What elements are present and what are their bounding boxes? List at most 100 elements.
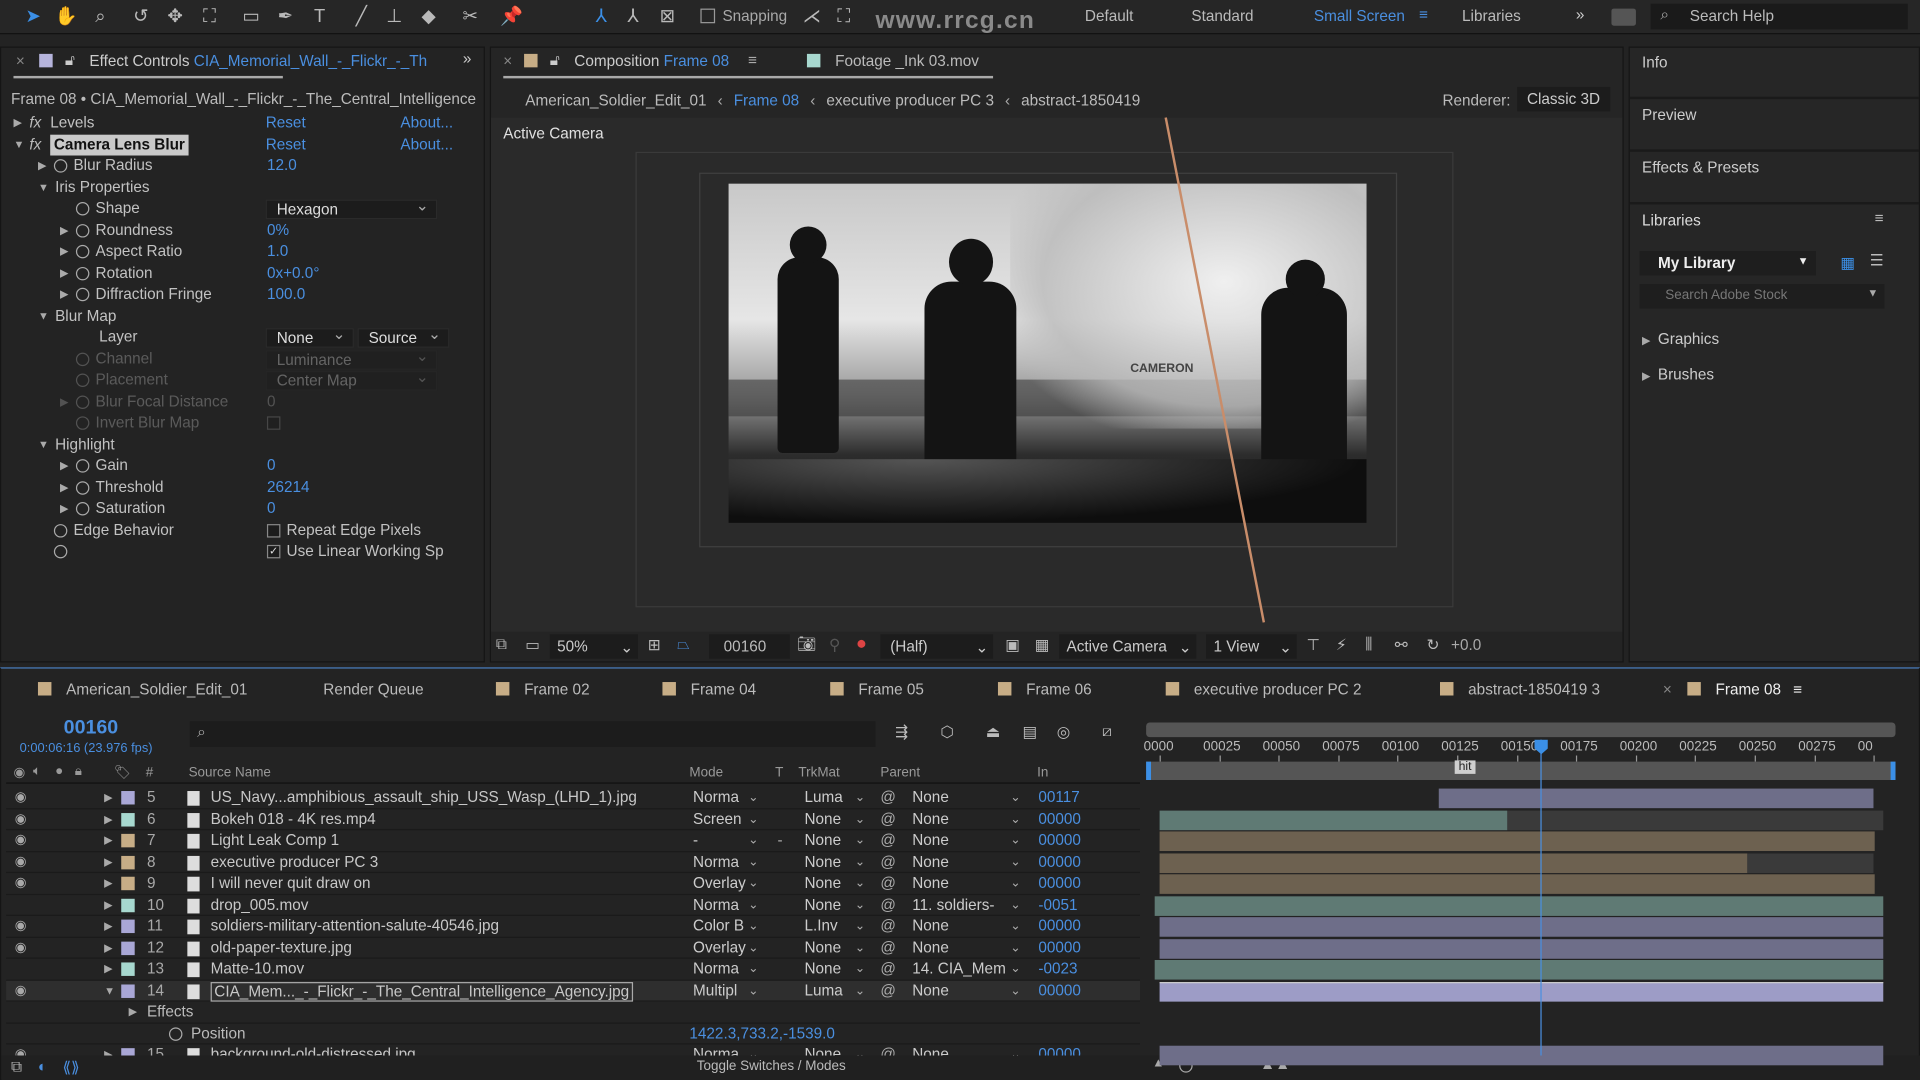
video-switch-icon[interactable]: ◉ (13, 764, 25, 780)
label-color-swatch[interactable] (121, 898, 135, 912)
workspace-small-screen[interactable]: Small Screen (1314, 7, 1405, 24)
reset-link[interactable]: Reset (266, 113, 306, 134)
property-value[interactable]: 0 (267, 498, 276, 519)
workspace-libraries[interactable]: Libraries (1462, 7, 1521, 24)
layer-duration-bar[interactable] (1154, 895, 1884, 916)
type-icon[interactable]: T (306, 0, 333, 34)
twirl-right-icon[interactable]: ▶ (1642, 370, 1650, 382)
composition-mini-flowchart-icon[interactable]: ⇶ (895, 722, 908, 741)
snapshot-icon[interactable]: 📷︎ (797, 636, 816, 654)
sync-settings-icon[interactable] (1611, 8, 1636, 26)
twirl-right-icon[interactable]: ▶ (104, 830, 112, 851)
stopwatch-icon[interactable] (75, 502, 90, 516)
stopwatch-icon[interactable] (53, 159, 68, 173)
layer-duration-bar[interactable] (1159, 1045, 1884, 1066)
about-link[interactable]: About... (400, 113, 453, 134)
property-value[interactable]: 0x+0.0° (267, 263, 320, 284)
chevron-down-icon[interactable]: ⌄ (1010, 894, 1020, 915)
stopwatch-icon[interactable] (75, 459, 90, 473)
grid-view-icon[interactable]: ▦ (1840, 253, 1854, 272)
parent-select[interactable]: None (912, 830, 1010, 851)
twirl-down-icon[interactable]: ▼ (38, 177, 49, 198)
twirl-right-icon[interactable]: ▶ (60, 284, 68, 305)
chevron-down-icon[interactable]: ⌄ (855, 852, 865, 873)
property-checkbox[interactable] (266, 416, 281, 430)
layer-row[interactable]: ◉ ▶ 6 Bokeh 018 - 4K res.mp4 Screen ⌄ None ⌄ @ No… (6, 809, 1141, 831)
chevron-down-icon[interactable]: ⌄ (748, 809, 758, 830)
pick-whip-icon[interactable]: @ (880, 809, 896, 830)
workspace-default[interactable]: Default (1085, 7, 1134, 24)
effect-property-row[interactable]: ✓ Use Linear Working Sp (1, 541, 485, 562)
property-dropdown[interactable]: Center Map (265, 369, 438, 391)
workspace-menu-icon[interactable]: ≡ (1419, 6, 1428, 23)
fx-icon[interactable]: fx (29, 113, 41, 134)
timeline-tab[interactable]: Frame 02 (495, 681, 590, 698)
visibility-eye-icon[interactable]: ◉ (15, 787, 27, 808)
stopwatch-icon[interactable] (75, 416, 90, 430)
col-t[interactable]: T (775, 765, 783, 780)
effect-property-row[interactable]: ▶ Blur Radius 12.0 (1, 156, 485, 177)
panel-section-effects-presets[interactable]: Effects & Presets (1629, 153, 1919, 205)
label-color-swatch[interactable] (121, 855, 135, 869)
layer-name[interactable]: soldiers-military-attention-salute-40546… (211, 916, 499, 937)
effect-property-row[interactable]: Channel Luminance (1, 347, 485, 370)
layer-row[interactable]: ◉ ▶ 7 Light Leak Comp 1- ⌄ - None ⌄ @ None ⌄ 00000 (6, 830, 1141, 852)
comp-nav-item[interactable]: American_Soldier_Edit_01 (525, 92, 706, 109)
label-color-swatch[interactable] (121, 941, 135, 955)
effect-property-row[interactable]: ▼ Iris Properties (1, 177, 485, 198)
timeline-tab[interactable]: executive producer PC 2 (1165, 681, 1361, 698)
effect-property-row[interactable]: ▼ Highlight (1, 434, 485, 455)
audio-switch-icon[interactable]: 🔈︎ (33, 764, 41, 780)
pick-whip-icon[interactable]: @ (880, 959, 896, 980)
chevron-down-icon[interactable]: ⌄ (855, 809, 865, 830)
col-number[interactable]: # (146, 765, 154, 780)
twirl-right-icon[interactable]: ▶ (60, 241, 68, 262)
label-color-swatch[interactable] (121, 962, 135, 976)
pan-behind-icon[interactable]: ⛶ (196, 0, 223, 34)
chevron-down-icon[interactable]: ⌄ (855, 787, 865, 808)
in-point-value[interactable]: 00000 (1038, 873, 1081, 894)
roto-brush-icon[interactable]: ✂ (457, 0, 484, 34)
layer-name[interactable]: Bokeh 018 - 4K res.mp4 (211, 809, 376, 830)
effect-property-row[interactable]: ▶ Blur Focal Distance 0 (1, 391, 485, 412)
effect-controls-tab[interactable]: Effect Controls CIA_Memorial_Wall_-_Flic… (89, 53, 427, 70)
timeline-tab[interactable]: abstract-1850419 3 (1440, 681, 1600, 698)
visibility-eye-icon[interactable]: ◉ (15, 980, 27, 1001)
chevron-down-icon[interactable]: ⌄ (1010, 916, 1020, 937)
visibility-eye-icon[interactable]: ◉ (15, 873, 27, 894)
effect-property-row[interactable]: Layer NoneSource (1, 326, 485, 348)
effect-property-row[interactable]: ▶ Diffraction Fringe 100.0 (1, 284, 485, 305)
layer-duration-bar[interactable] (1154, 960, 1884, 980)
panel-section-info[interactable]: Info (1629, 48, 1919, 100)
twirl-down-icon[interactable]: ▼ (104, 980, 115, 1001)
axis-view-icon[interactable]: ⊠ (654, 0, 681, 34)
composition-viewer[interactable]: Active Camera CAMERON (491, 117, 1623, 632)
twirl-right-icon[interactable]: ▶ (104, 852, 112, 873)
effect-property-row[interactable]: ▶ Saturation 0 (1, 498, 485, 519)
twirl-right-icon[interactable]: ▶ (60, 456, 68, 477)
visibility-eye-icon[interactable]: ◉ (15, 830, 27, 851)
magnification-select[interactable]: 50% ⌄ (549, 634, 638, 659)
in-point-value[interactable]: 00117 (1038, 787, 1079, 808)
chevron-down-icon[interactable]: ⌄ (748, 830, 758, 851)
effect-property-row[interactable]: ▶ fx Levels Reset About... (1, 113, 485, 134)
view-layout-select[interactable]: 1 View ⌄ (1206, 634, 1297, 659)
position-value[interactable]: 1422.3,733.2,-1539.0 (689, 1023, 835, 1044)
reset-exposure-icon[interactable]: ↻ (1427, 636, 1440, 654)
grid-guide-icon[interactable]: ⊞ (648, 636, 661, 654)
effect-property-row[interactable]: Shape Hexagon (1, 197, 485, 220)
in-point-value[interactable]: 00000 (1038, 809, 1081, 830)
layer-search-field[interactable]: ⌕ (189, 721, 876, 747)
visibility-eye-icon[interactable]: ◉ (15, 937, 27, 958)
snapping-checkbox[interactable] (700, 8, 716, 24)
layer-name[interactable]: drop_005.mov (211, 894, 309, 915)
twirl-right-icon[interactable]: ▶ (60, 391, 68, 412)
panel-menu-icon[interactable]: ≡ (1875, 209, 1884, 226)
library-select[interactable]: My Library ▼ (1639, 251, 1816, 276)
layer-name[interactable]: Light Leak Comp 1 (211, 830, 339, 851)
motion-blur-icon[interactable]: ◎ (1057, 722, 1070, 741)
about-link[interactable]: About... (400, 134, 453, 155)
pick-whip-icon[interactable]: @ (880, 894, 896, 915)
chevron-down-icon[interactable]: ⌄ (748, 787, 758, 808)
label-color-swatch[interactable] (121, 812, 135, 826)
